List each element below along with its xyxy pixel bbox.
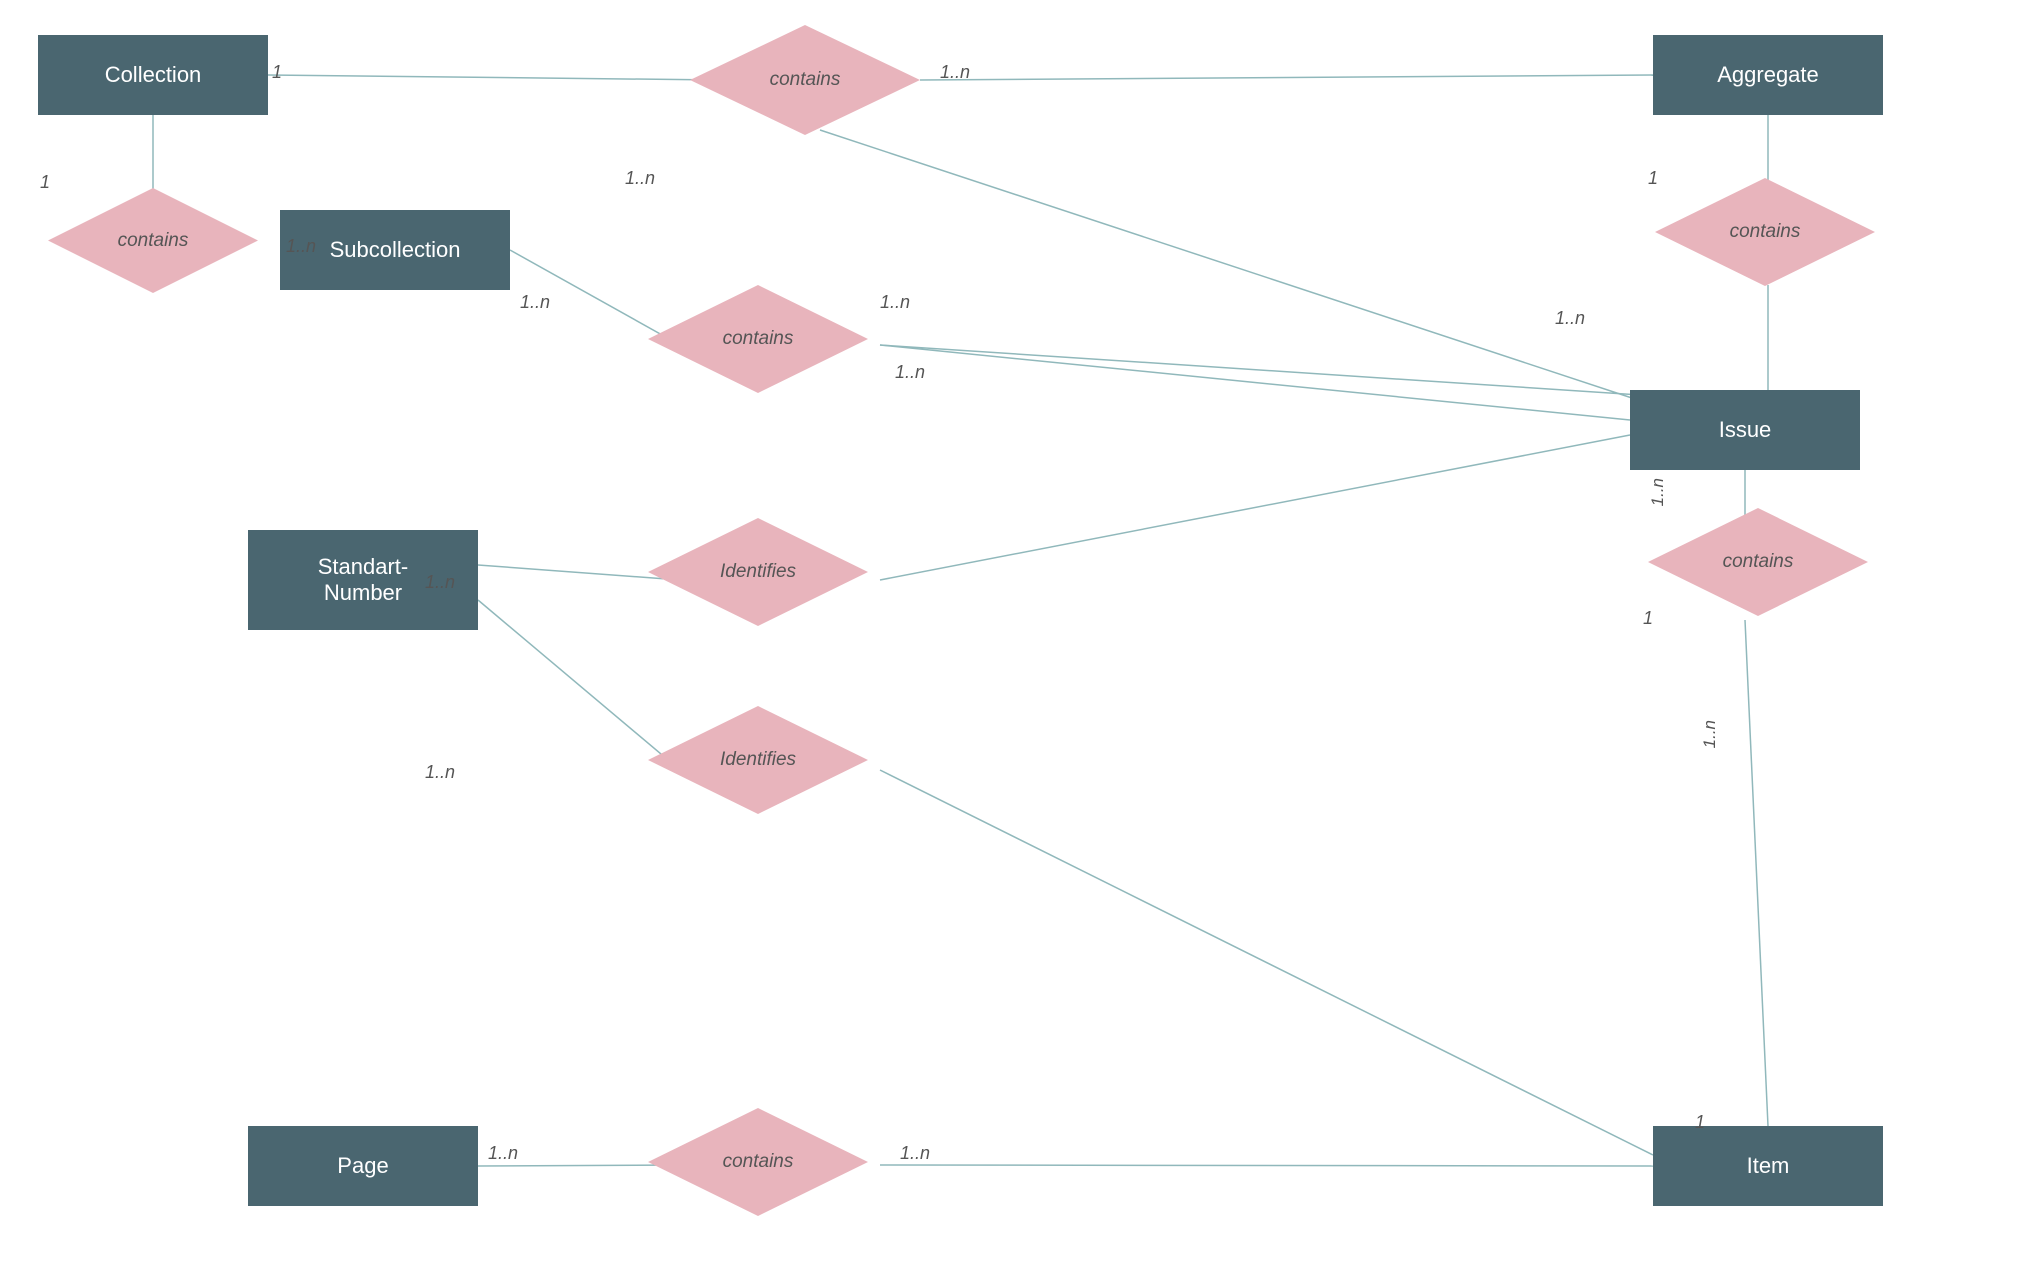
diamond-sub-contains: contains bbox=[648, 285, 868, 393]
entity-standart-number-label: Standart- Number bbox=[318, 554, 409, 606]
mult-collection-left: 1 bbox=[40, 172, 50, 193]
entity-page-label: Page bbox=[337, 1153, 388, 1179]
entity-page: Page bbox=[248, 1126, 478, 1206]
diamond-identifies2-label: Identifies bbox=[720, 749, 796, 771]
entity-item: Item bbox=[1653, 1126, 1883, 1206]
diamond-page-contains: contains bbox=[648, 1108, 868, 1216]
mult-agg-top: 1..n bbox=[940, 62, 970, 83]
mult-top-contains-cross1: 1..n bbox=[625, 168, 655, 189]
diamond-top-contains: contains bbox=[690, 25, 920, 135]
diamond-sub-contains-label: contains bbox=[723, 328, 794, 350]
entity-collection: Collection bbox=[38, 35, 268, 115]
mult-contains-to-issue2: 1..n bbox=[880, 292, 910, 313]
diamond-issue-contains-label: contains bbox=[1723, 551, 1794, 573]
mult-std-identifies1-left: 1..n bbox=[425, 572, 455, 593]
mult-sub-contains-cross: 1..n bbox=[895, 362, 925, 383]
entity-subcollection-label: Subcollection bbox=[330, 237, 461, 263]
mult-collection-top: 1 bbox=[272, 62, 282, 83]
entity-issue: Issue bbox=[1630, 390, 1860, 470]
mult-issue-top: 1 bbox=[1643, 608, 1653, 629]
entity-item-label: Item bbox=[1747, 1153, 1790, 1179]
diamond-agg-contains: contains bbox=[1655, 178, 1875, 286]
diamond-issue-contains: contains bbox=[1648, 508, 1868, 616]
diamond-identifies2: Identifies bbox=[648, 706, 868, 814]
diamond-agg-contains-label: contains bbox=[1730, 221, 1801, 243]
entity-aggregate-label: Aggregate bbox=[1717, 62, 1819, 88]
mult-std-identifies2-left: 1..n bbox=[425, 762, 455, 783]
entity-issue-label: Issue bbox=[1719, 417, 1772, 443]
mult-agg-right-top: 1 bbox=[1648, 168, 1658, 189]
mult-issue-contains-bot: 1..n bbox=[1700, 720, 1720, 748]
diamond-identifies1-label: Identifies bbox=[720, 561, 796, 583]
mult-page-to-contains: 1..n bbox=[488, 1143, 518, 1164]
mult-agg-right-bot: 1..n bbox=[1648, 478, 1668, 506]
diamond-page-contains-label: contains bbox=[723, 1151, 794, 1173]
mult-contains-to-item: 1..n bbox=[900, 1143, 930, 1164]
entity-aggregate: Aggregate bbox=[1653, 35, 1883, 115]
diamond-left-contains: contains bbox=[48, 188, 258, 293]
diamond-identifies1: Identifies bbox=[648, 518, 868, 626]
mult-top-contains-cross2: 1..n bbox=[1555, 308, 1585, 329]
mult-item-top: 1 bbox=[1695, 1112, 1705, 1133]
diamond-top-contains-label: contains bbox=[770, 69, 841, 91]
entity-collection-label: Collection bbox=[105, 62, 202, 88]
mult-sub-to-contains: 1..n bbox=[520, 292, 550, 313]
mult-sub-left: 1..n bbox=[286, 236, 316, 257]
diamond-left-contains-label: contains bbox=[118, 230, 189, 252]
